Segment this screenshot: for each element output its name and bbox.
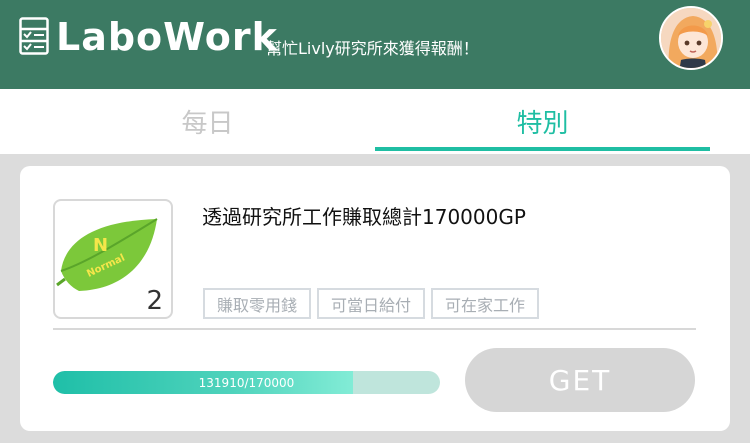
header-subtitle: 幫忙Livly研究所來獲得報酬！ (266, 39, 479, 58)
app-header: LaboWork 幫忙Livly研究所來獲得報酬！ (0, 0, 750, 89)
tab-special[interactable]: 特別 (375, 89, 710, 154)
avatar-illustration (661, 8, 721, 68)
tag-same-day-pay: 可當日給付 (317, 288, 426, 319)
thumb-letter: N (93, 235, 108, 256)
tab-bar: 每日 特別 (0, 89, 750, 154)
tag-work-from-home: 可在家工作 (431, 288, 540, 319)
thumb-count: 2 (146, 286, 163, 316)
progress-text: 131910/170000 (198, 375, 295, 390)
avatar[interactable] (659, 6, 723, 70)
tag-list: 賺取零用錢 可當日給付 可在家工作 (203, 288, 540, 319)
tag-pocket-money: 賺取零用錢 (203, 288, 312, 319)
progress-bar: 131910/170000 (53, 371, 440, 394)
divider (53, 328, 696, 330)
get-button[interactable]: GET (465, 348, 695, 412)
checklist-icon (19, 17, 49, 55)
app-logo: LaboWork (56, 15, 278, 59)
tab-daily[interactable]: 每日 (20, 89, 395, 154)
active-tab-indicator (375, 147, 710, 151)
task-thumbnail: N Normal 2 (53, 199, 173, 319)
task-card: N Normal 2 透過研究所工作賺取總計170000GP 賺取零用錢 可當日… (20, 166, 730, 431)
task-title: 透過研究所工作賺取總計170000GP (202, 205, 526, 229)
